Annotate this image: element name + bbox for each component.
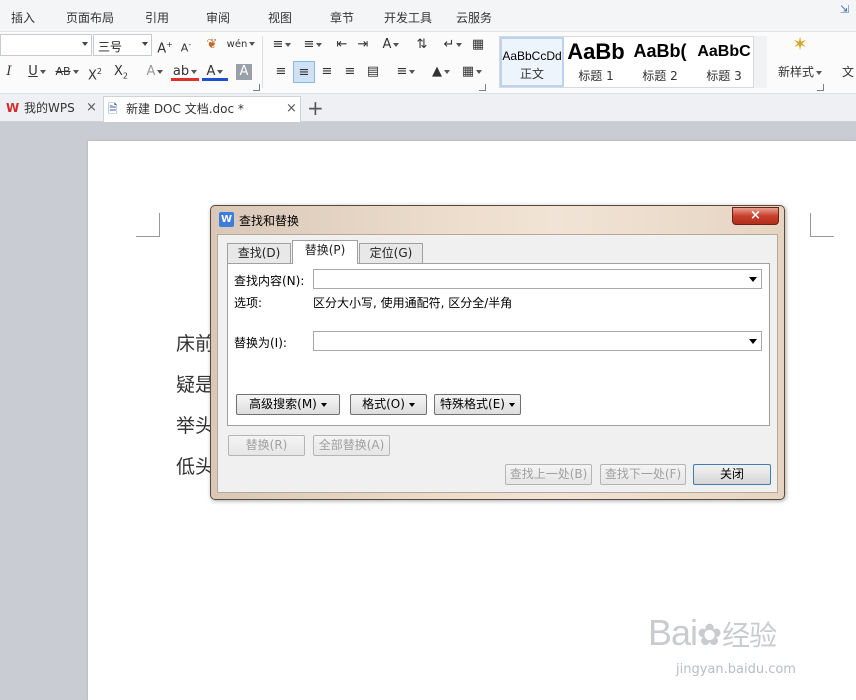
close-tab-icon[interactable]: × (86, 96, 97, 120)
new-tab-icon[interactable]: + (307, 96, 324, 120)
tab-document[interactable]: 🗎 新建 DOC 文档.doc * × (103, 96, 301, 122)
dialog-body: 查找(D) 替换(P) 定位(G) 查找内容(N): 选项: 区分大小写, 使用… (217, 234, 778, 493)
document-line: 低头 (176, 456, 215, 478)
numbered-list-icon[interactable]: ≡ (299, 34, 327, 56)
sort-icon[interactable]: ⇅ (412, 34, 432, 56)
underline-icon[interactable]: U (24, 61, 50, 83)
ribbon-toolbar: 三号 A+ A- ❦ wén ≡ ≡ ⇤ ⇥ A ⇅ ↵ ▦ I U AB X2… (0, 32, 856, 94)
new-style-icon[interactable]: ✶ (780, 34, 820, 64)
shading-icon[interactable]: ▲ (426, 61, 456, 83)
distributed-icon[interactable]: ▤ (363, 61, 383, 83)
document-tab-bar: W 我的WPS × 🗎 新建 DOC 文档.doc * × + (0, 94, 856, 122)
font-name-select[interactable] (0, 34, 92, 56)
tab-replace[interactable]: 替换(P) (292, 240, 358, 264)
justify-icon[interactable]: ≡ (341, 61, 359, 83)
menu-cloud[interactable]: 云服务 (456, 9, 492, 26)
font-size-value: 三号 (98, 40, 123, 54)
menu-review[interactable]: 审阅 (206, 9, 230, 26)
font-size-select[interactable]: 三号 (93, 34, 152, 56)
close-tab-icon[interactable]: × (286, 97, 297, 121)
document-line: 疑是 (176, 374, 215, 396)
paragraph-mark-icon[interactable]: ↵ (440, 34, 466, 56)
options-value: 区分大小写, 使用通配符, 区分全/半角 (313, 296, 513, 310)
dialog-title: 查找和替换 (239, 214, 300, 228)
align-center-icon[interactable]: ≡ (293, 61, 315, 83)
font-color-icon[interactable]: A (202, 61, 228, 81)
chevron-down-icon[interactable] (749, 277, 757, 282)
style-gallery-scroll[interactable] (753, 36, 767, 88)
italic-icon[interactable]: I (2, 61, 16, 83)
find-label: 查找内容(N): (234, 274, 305, 288)
menu-view[interactable]: 视图 (268, 9, 292, 26)
menu-section[interactable]: 章节 (330, 9, 354, 26)
replace-button[interactable]: 替换(R) (228, 435, 305, 456)
menu-references[interactable]: 引用 (145, 9, 169, 26)
text-tools-button[interactable]: 文 (840, 61, 856, 83)
text-direction-icon[interactable]: A (377, 34, 405, 56)
find-next-button[interactable]: 查找下一处(F) (600, 464, 686, 485)
text-effect-icon[interactable]: A (142, 61, 168, 83)
tab-my-wps[interactable]: W 我的WPS × (4, 96, 100, 122)
font-dialog-launcher-icon[interactable] (253, 84, 260, 91)
style-normal[interactable]: AaBbCcDd 正文 (500, 37, 564, 87)
tab-find[interactable]: 查找(D) (227, 243, 291, 263)
subscript-icon[interactable]: X2 (112, 61, 130, 83)
style-gallery: AaBbCcDd 正文 AaBb 标题 1 AaBb( 标题 2 AaBbC 标… (499, 36, 767, 88)
find-input[interactable] (313, 269, 762, 289)
new-style-button[interactable]: 新样式 (773, 61, 827, 83)
close-button[interactable]: 关闭 (693, 464, 771, 485)
align-right-icon[interactable]: ≡ (318, 61, 336, 83)
options-label: 选项: (234, 296, 263, 310)
wps-app-icon: W (219, 212, 234, 227)
highlight-icon[interactable]: ab (171, 61, 199, 81)
doc-file-icon: 🗎 (108, 102, 118, 116)
style-heading-1[interactable]: AaBb 标题 1 (564, 37, 628, 87)
crop-mark (136, 213, 160, 237)
replace-label: 替换为(I): (234, 336, 287, 350)
menu-bar: 插入 页面布局 引用 审阅 视图 章节 开发工具 云服务 ⇲ (0, 0, 856, 32)
ribbon-collapse-icon[interactable]: ⇲ (840, 3, 854, 16)
advanced-search-button[interactable]: 高级搜索(M) (236, 394, 340, 415)
replace-input[interactable] (313, 331, 762, 351)
grow-font-icon[interactable]: A+ (156, 34, 174, 56)
menu-insert[interactable]: 插入 (11, 9, 35, 26)
chevron-down-icon[interactable] (749, 339, 757, 344)
char-shading-icon[interactable]: A (236, 64, 252, 80)
baidu-watermark: Bai✿经验 jingyan.baidu.com (648, 612, 796, 677)
menu-page-layout[interactable]: 页面布局 (66, 9, 114, 26)
wps-logo-icon: W (6, 101, 20, 115)
align-left-icon[interactable]: ≡ (272, 61, 290, 83)
increase-indent-icon[interactable]: ⇥ (354, 34, 372, 56)
menu-developer[interactable]: 开发工具 (384, 9, 432, 26)
special-format-button[interactable]: 特殊格式(E) (434, 394, 521, 415)
shrink-font-icon[interactable]: A- (177, 34, 195, 56)
strikethrough-icon[interactable]: AB (54, 61, 80, 83)
document-line: 床前 (176, 333, 215, 355)
dialog-close-icon[interactable]: × (732, 207, 779, 225)
paw-icon: ✿ (697, 618, 723, 653)
document-line: 举头 (176, 415, 215, 437)
line-spacing-icon[interactable]: ≡ (392, 61, 420, 83)
pinyin-guide-icon[interactable]: wén (226, 34, 256, 56)
paragraph-dialog-launcher-icon[interactable] (479, 84, 486, 91)
clear-format-icon[interactable]: ❦ (202, 34, 222, 56)
style-heading-3[interactable]: AaBbC 标题 3 (692, 37, 756, 87)
decrease-indent-icon[interactable]: ⇤ (333, 34, 351, 56)
table-icon[interactable]: ▦ (468, 34, 488, 56)
bullet-list-icon[interactable]: ≡ (268, 34, 296, 56)
replace-all-button[interactable]: 全部替换(A) (313, 435, 390, 456)
crop-mark (810, 213, 834, 237)
style-heading-2[interactable]: AaBb( 标题 2 (628, 37, 692, 87)
borders-icon[interactable]: ▦ (458, 61, 486, 83)
superscript-icon[interactable]: X2 (86, 61, 104, 83)
replace-panel: 查找内容(N): 选项: 区分大小写, 使用通配符, 区分全/半角 替换为(I)… (227, 263, 770, 426)
find-previous-button[interactable]: 查找上一处(B) (505, 464, 592, 485)
style-dialog-launcher-icon[interactable] (817, 84, 824, 91)
tab-goto[interactable]: 定位(G) (359, 243, 423, 263)
format-button[interactable]: 格式(O) (350, 394, 427, 415)
find-replace-dialog: W 查找和替换 × 查找(D) 替换(P) 定位(G) 查找内容(N): 选项:… (210, 205, 785, 500)
